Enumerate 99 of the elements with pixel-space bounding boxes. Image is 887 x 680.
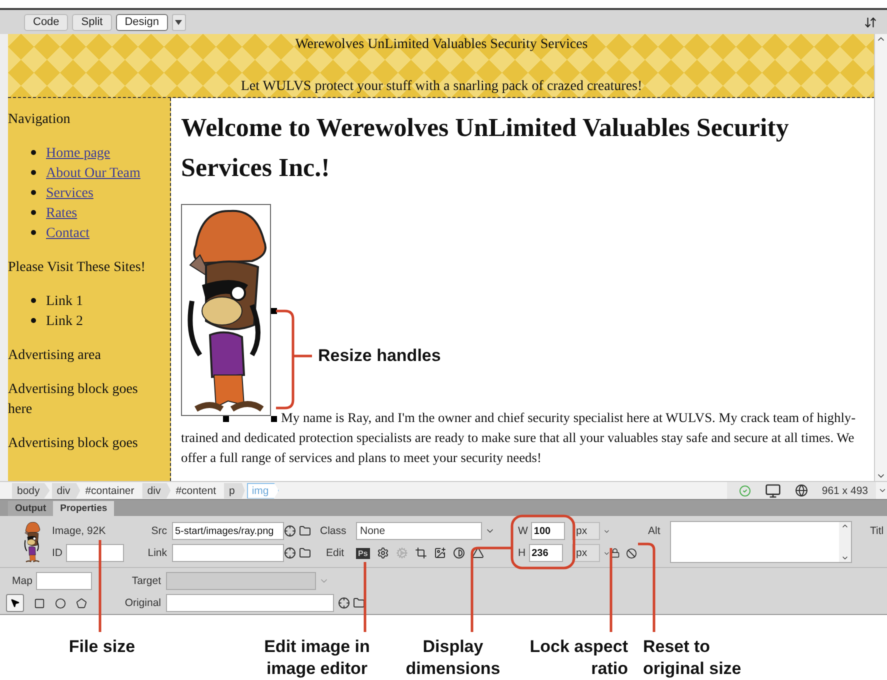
link-field[interactable] <box>172 544 284 562</box>
pointer-tool-button[interactable] <box>6 594 24 612</box>
sidebar-link-text: Link 2 <box>46 314 83 329</box>
image-thumbnail-drawing <box>23 521 41 563</box>
bullet-icon <box>31 150 36 155</box>
bullet-icon <box>31 210 36 215</box>
folder-icon[interactable] <box>353 597 365 609</box>
ad-block-text: Advertising block goes <box>8 435 139 453</box>
gear-icon[interactable] <box>376 547 389 559</box>
view-button[interactable]: Code <box>24 14 68 30</box>
nav-link[interactable]: Rates <box>46 206 78 221</box>
callout-label: Edit image in image editor <box>263 636 371 680</box>
edit-label: Edit <box>325 547 344 559</box>
view-menu-button[interactable] <box>172 14 186 30</box>
bullet-icon <box>31 298 36 303</box>
sidebar-link-text: Link 1 <box>46 294 83 309</box>
bullet-icon <box>31 230 36 235</box>
panel-tab[interactable]: Output <box>8 501 54 516</box>
reset-size-icon[interactable] <box>626 548 637 558</box>
pointer-icon <box>10 598 20 608</box>
caret-icon <box>175 20 182 24</box>
scroll-up-icon[interactable] <box>841 522 849 530</box>
element-id-text: #container <box>85 484 134 496</box>
callout-label: Display dimensions <box>404 636 502 680</box>
unit-select[interactable]: px <box>572 544 600 562</box>
resize-handle[interactable] <box>271 416 277 422</box>
callout-label: Lock aspect ratio <box>528 636 628 680</box>
page-heading: Welcome to Werewolves UnLimited Valuables Security Services Inc.! <box>181 112 790 184</box>
rectangle-hotspot-icon[interactable] <box>34 598 45 608</box>
unit-select[interactable]: px <box>572 522 600 540</box>
polygon-hotspot-icon[interactable] <box>76 598 87 608</box>
view-button[interactable]: Design <box>116 14 168 30</box>
folder-icon[interactable] <box>299 525 311 537</box>
callout-label: Reset to original size <box>643 636 742 680</box>
element-id-text: #content <box>176 484 216 496</box>
src-label: Src <box>151 525 168 537</box>
map-field[interactable] <box>36 572 92 590</box>
target-label: Target <box>132 575 162 587</box>
height-field[interactable]: 236 <box>528 544 563 562</box>
bullet-icon <box>31 170 36 175</box>
sidebar-heading: Please Visit These Sites! <box>8 259 146 277</box>
alt-label: Alt <box>648 525 660 537</box>
sidebar-heading: Navigation <box>8 111 72 129</box>
callout-label: Resize handles <box>318 345 441 367</box>
tag-selector-item[interactable]: div <box>52 482 80 498</box>
resize-handle[interactable] <box>223 416 229 422</box>
image-info-text: Image, 92K <box>52 525 106 537</box>
header-title: Werewolves UnLimited Valuables Security Services <box>295 37 588 53</box>
check-icon[interactable] <box>738 484 751 496</box>
triangle-icon[interactable] <box>472 547 484 559</box>
scroll-down-icon[interactable] <box>841 554 849 562</box>
id-field[interactable] <box>66 544 124 562</box>
circle-hotspot-icon[interactable] <box>55 598 66 608</box>
scrollbar[interactable] <box>874 34 887 481</box>
folder-icon[interactable] <box>299 547 311 559</box>
highlight-outline <box>510 514 576 570</box>
crosshair-icon[interactable] <box>338 597 350 609</box>
src-field[interactable]: 5-start/images/ray.png <box>172 522 284 540</box>
image-icon[interactable] <box>434 547 446 559</box>
chevron-down-icon[interactable] <box>878 486 887 495</box>
alt-field[interactable] <box>670 521 852 563</box>
original-label: Original <box>124 597 162 609</box>
header-tagline: Let WULVS protect your stuff with a snarling pack of crazed creatures! <box>240 79 642 95</box>
tag-selector-item[interactable]: div <box>142 482 171 498</box>
window-size-menu[interactable]: 961 x 493 <box>822 484 868 496</box>
class-select[interactable]: None <box>356 522 482 540</box>
id-label: ID <box>52 547 62 559</box>
resize-handle[interactable] <box>271 308 277 314</box>
crosshair-icon[interactable] <box>284 547 296 559</box>
bullet-icon <box>31 318 36 323</box>
width-label: W <box>518 525 528 537</box>
sort-icon[interactable] <box>864 16 877 28</box>
height-label: H <box>518 547 526 559</box>
width-field[interactable]: 100 <box>530 522 565 540</box>
title-label: Titl <box>869 525 884 537</box>
contrast-icon[interactable] <box>452 547 465 559</box>
lock-icon[interactable] <box>610 548 620 558</box>
bullet-icon <box>31 190 36 195</box>
monitor-icon[interactable] <box>764 482 781 498</box>
view-button[interactable]: Split <box>72 14 112 30</box>
class-label: Class <box>320 525 346 537</box>
tag-selector-item[interactable]: body <box>12 482 50 498</box>
nav-link[interactable]: Services <box>46 186 94 201</box>
nav-link[interactable]: Contact <box>46 226 90 241</box>
tag-selector-item[interactable]: p <box>224 482 245 498</box>
map-label: Map <box>11 575 32 587</box>
nav-link[interactable]: Home page <box>46 146 110 161</box>
nav-link[interactable]: About Our Team <box>46 166 140 181</box>
panel-tab[interactable]: Properties <box>53 501 114 516</box>
crop-icon[interactable] <box>414 547 427 559</box>
link-label: Link <box>148 547 168 559</box>
original-field[interactable] <box>166 594 334 612</box>
photoshop-button[interactable]: Ps <box>356 548 370 558</box>
leader-line <box>364 562 366 632</box>
callout-label: File size <box>68 636 136 658</box>
ad-block-text: Advertising block goes here <box>8 381 139 419</box>
globe-icon[interactable] <box>794 484 808 497</box>
crosshair-icon[interactable] <box>284 525 296 537</box>
sidebar-heading: Advertising area <box>8 347 102 365</box>
